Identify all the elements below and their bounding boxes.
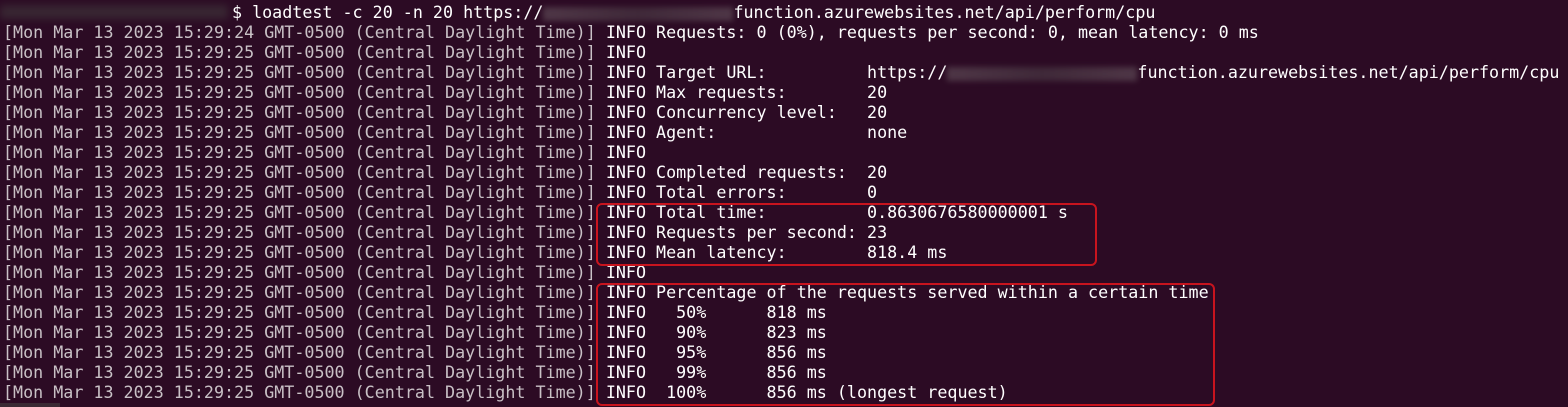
log-line: [Mon Mar 13 2023 15:29:25 GMT-0500 (Cent… xyxy=(3,222,1559,242)
log-level: INFO xyxy=(605,322,646,342)
log-line: [Mon Mar 13 2023 15:29:25 GMT-0500 (Cent… xyxy=(3,102,1559,122)
log-message: Max requests: 20 xyxy=(656,82,888,102)
log-timestamp: [Mon Mar 13 2023 15:29:25 GMT-0500 (Cent… xyxy=(3,342,596,362)
log-level: INFO xyxy=(605,342,646,362)
log-level: INFO xyxy=(605,222,646,242)
log-timestamp: [Mon Mar 13 2023 15:29:24 GMT-0500 (Cent… xyxy=(3,22,596,42)
log-message: Requests per second: 23 xyxy=(656,222,888,242)
log-timestamp: [Mon Mar 13 2023 15:29:25 GMT-0500 (Cent… xyxy=(3,62,596,82)
log-line: [Mon Mar 13 2023 15:29:25 GMT-0500 (Cent… xyxy=(3,242,1559,262)
blurred-prompt-path xyxy=(0,5,228,19)
log-line: [Mon Mar 13 2023 15:29:25 GMT-0500 (Cent… xyxy=(3,262,1559,282)
log-message: 90% 823 ms xyxy=(656,322,827,342)
log-level: INFO xyxy=(605,42,646,62)
blurred-hostname xyxy=(543,6,734,21)
log-message: 50% 818 ms xyxy=(656,302,827,322)
log-level: INFO xyxy=(605,282,646,302)
blurred-hostname xyxy=(947,66,1138,81)
log-level: INFO xyxy=(605,142,646,162)
log-timestamp: [Mon Mar 13 2023 15:29:25 GMT-0500 (Cent… xyxy=(3,302,596,322)
log-level: INFO xyxy=(605,262,646,282)
log-timestamp: [Mon Mar 13 2023 15:29:25 GMT-0500 (Cent… xyxy=(3,102,596,122)
log-message: Percentage of the requests served within… xyxy=(656,282,1209,302)
log-timestamp: [Mon Mar 13 2023 15:29:25 GMT-0500 (Cent… xyxy=(3,202,596,222)
log-timestamp: [Mon Mar 13 2023 15:29:25 GMT-0500 (Cent… xyxy=(3,382,596,402)
log-level: INFO xyxy=(605,162,646,182)
log-level: INFO xyxy=(605,382,646,402)
log-message: Target URL: https:// xyxy=(656,62,948,82)
log-timestamp: [Mon Mar 13 2023 15:29:25 GMT-0500 (Cent… xyxy=(3,262,596,282)
log-line: [Mon Mar 13 2023 15:29:24 GMT-0500 (Cent… xyxy=(3,22,1559,42)
command-text: $ loadtest -c 20 -n 20 https:// function.… xyxy=(232,2,1155,22)
log-level: INFO xyxy=(605,182,646,202)
command-line: $ loadtest -c 20 -n 20 https:// function.… xyxy=(0,2,1155,22)
log-message: Total time: 0.8630676580000001 s xyxy=(656,202,1068,222)
log-line: [Mon Mar 13 2023 15:29:25 GMT-0500 (Cent… xyxy=(3,202,1559,222)
log-level: INFO xyxy=(605,22,646,42)
log-level: INFO xyxy=(605,102,646,122)
log-timestamp: [Mon Mar 13 2023 15:29:25 GMT-0500 (Cent… xyxy=(3,322,596,342)
log-message-url-tail: function.azurewebsites.net/api/perform/c… xyxy=(1137,62,1560,82)
log-level: INFO xyxy=(605,242,646,262)
prompt-symbol: $ xyxy=(232,2,243,22)
command-before: loadtest -c 20 -n 20 https:// xyxy=(252,2,544,22)
cursor-remnant xyxy=(0,403,60,407)
log-line: [Mon Mar 13 2023 15:29:25 GMT-0500 (Cent… xyxy=(3,342,1559,362)
log-message: Concurrency level: 20 xyxy=(656,102,888,122)
log-line: [Mon Mar 13 2023 15:29:25 GMT-0500 (Cent… xyxy=(3,282,1559,302)
log-message: Total errors: 0 xyxy=(656,182,878,202)
log-level: INFO xyxy=(605,82,646,102)
log-line: [Mon Mar 13 2023 15:29:25 GMT-0500 (Cent… xyxy=(3,42,1559,62)
log-line: [Mon Mar 13 2023 15:29:25 GMT-0500 (Cent… xyxy=(3,322,1559,342)
log-line: [Mon Mar 13 2023 15:29:25 GMT-0500 (Cent… xyxy=(3,122,1559,142)
log-line: [Mon Mar 13 2023 15:29:25 GMT-0500 (Cent… xyxy=(3,62,1559,82)
log-line: [Mon Mar 13 2023 15:29:25 GMT-0500 (Cent… xyxy=(3,82,1559,102)
command-after: function.azurewebsites.net/api/perform/c… xyxy=(733,2,1156,22)
log-timestamp: [Mon Mar 13 2023 15:29:25 GMT-0500 (Cent… xyxy=(3,282,596,302)
log-message: Requests: 0 (0%), requests per second: 0… xyxy=(656,22,1259,42)
log-level: INFO xyxy=(605,202,646,222)
log-level: INFO xyxy=(605,362,646,382)
log-timestamp: [Mon Mar 13 2023 15:29:25 GMT-0500 (Cent… xyxy=(3,162,596,182)
log-level: INFO xyxy=(605,62,646,82)
log-line: [Mon Mar 13 2023 15:29:25 GMT-0500 (Cent… xyxy=(3,382,1559,402)
terminal-window[interactable]: $ loadtest -c 20 -n 20 https:// function.… xyxy=(0,0,1568,407)
log-message: Completed requests: 20 xyxy=(656,162,888,182)
log-message: 99% 856 ms xyxy=(656,362,827,382)
log-timestamp: [Mon Mar 13 2023 15:29:25 GMT-0500 (Cent… xyxy=(3,362,596,382)
log-message: 100% 856 ms (longest request) xyxy=(656,382,1008,402)
log-level: INFO xyxy=(605,122,646,142)
log-timestamp: [Mon Mar 13 2023 15:29:25 GMT-0500 (Cent… xyxy=(3,42,596,62)
log-timestamp: [Mon Mar 13 2023 15:29:25 GMT-0500 (Cent… xyxy=(3,82,596,102)
log-timestamp: [Mon Mar 13 2023 15:29:25 GMT-0500 (Cent… xyxy=(3,242,596,262)
log-timestamp: [Mon Mar 13 2023 15:29:25 GMT-0500 (Cent… xyxy=(3,222,596,242)
log-message: Agent: none xyxy=(656,122,908,142)
log-message: Mean latency: 818.4 ms xyxy=(656,242,948,262)
log-line: [Mon Mar 13 2023 15:29:25 GMT-0500 (Cent… xyxy=(3,302,1559,322)
log-timestamp: [Mon Mar 13 2023 15:29:25 GMT-0500 (Cent… xyxy=(3,142,596,162)
log-line: [Mon Mar 13 2023 15:29:25 GMT-0500 (Cent… xyxy=(3,182,1559,202)
log-message: 95% 856 ms xyxy=(656,342,827,362)
log-level: INFO xyxy=(605,302,646,322)
log-timestamp: [Mon Mar 13 2023 15:29:25 GMT-0500 (Cent… xyxy=(3,182,596,202)
log-line: [Mon Mar 13 2023 15:29:25 GMT-0500 (Cent… xyxy=(3,162,1559,182)
log-timestamp: [Mon Mar 13 2023 15:29:25 GMT-0500 (Cent… xyxy=(3,122,596,142)
log-line: [Mon Mar 13 2023 15:29:25 GMT-0500 (Cent… xyxy=(3,362,1559,382)
log-line: [Mon Mar 13 2023 15:29:25 GMT-0500 (Cent… xyxy=(3,142,1559,162)
log-output: [Mon Mar 13 2023 15:29:24 GMT-0500 (Cent… xyxy=(3,22,1559,402)
